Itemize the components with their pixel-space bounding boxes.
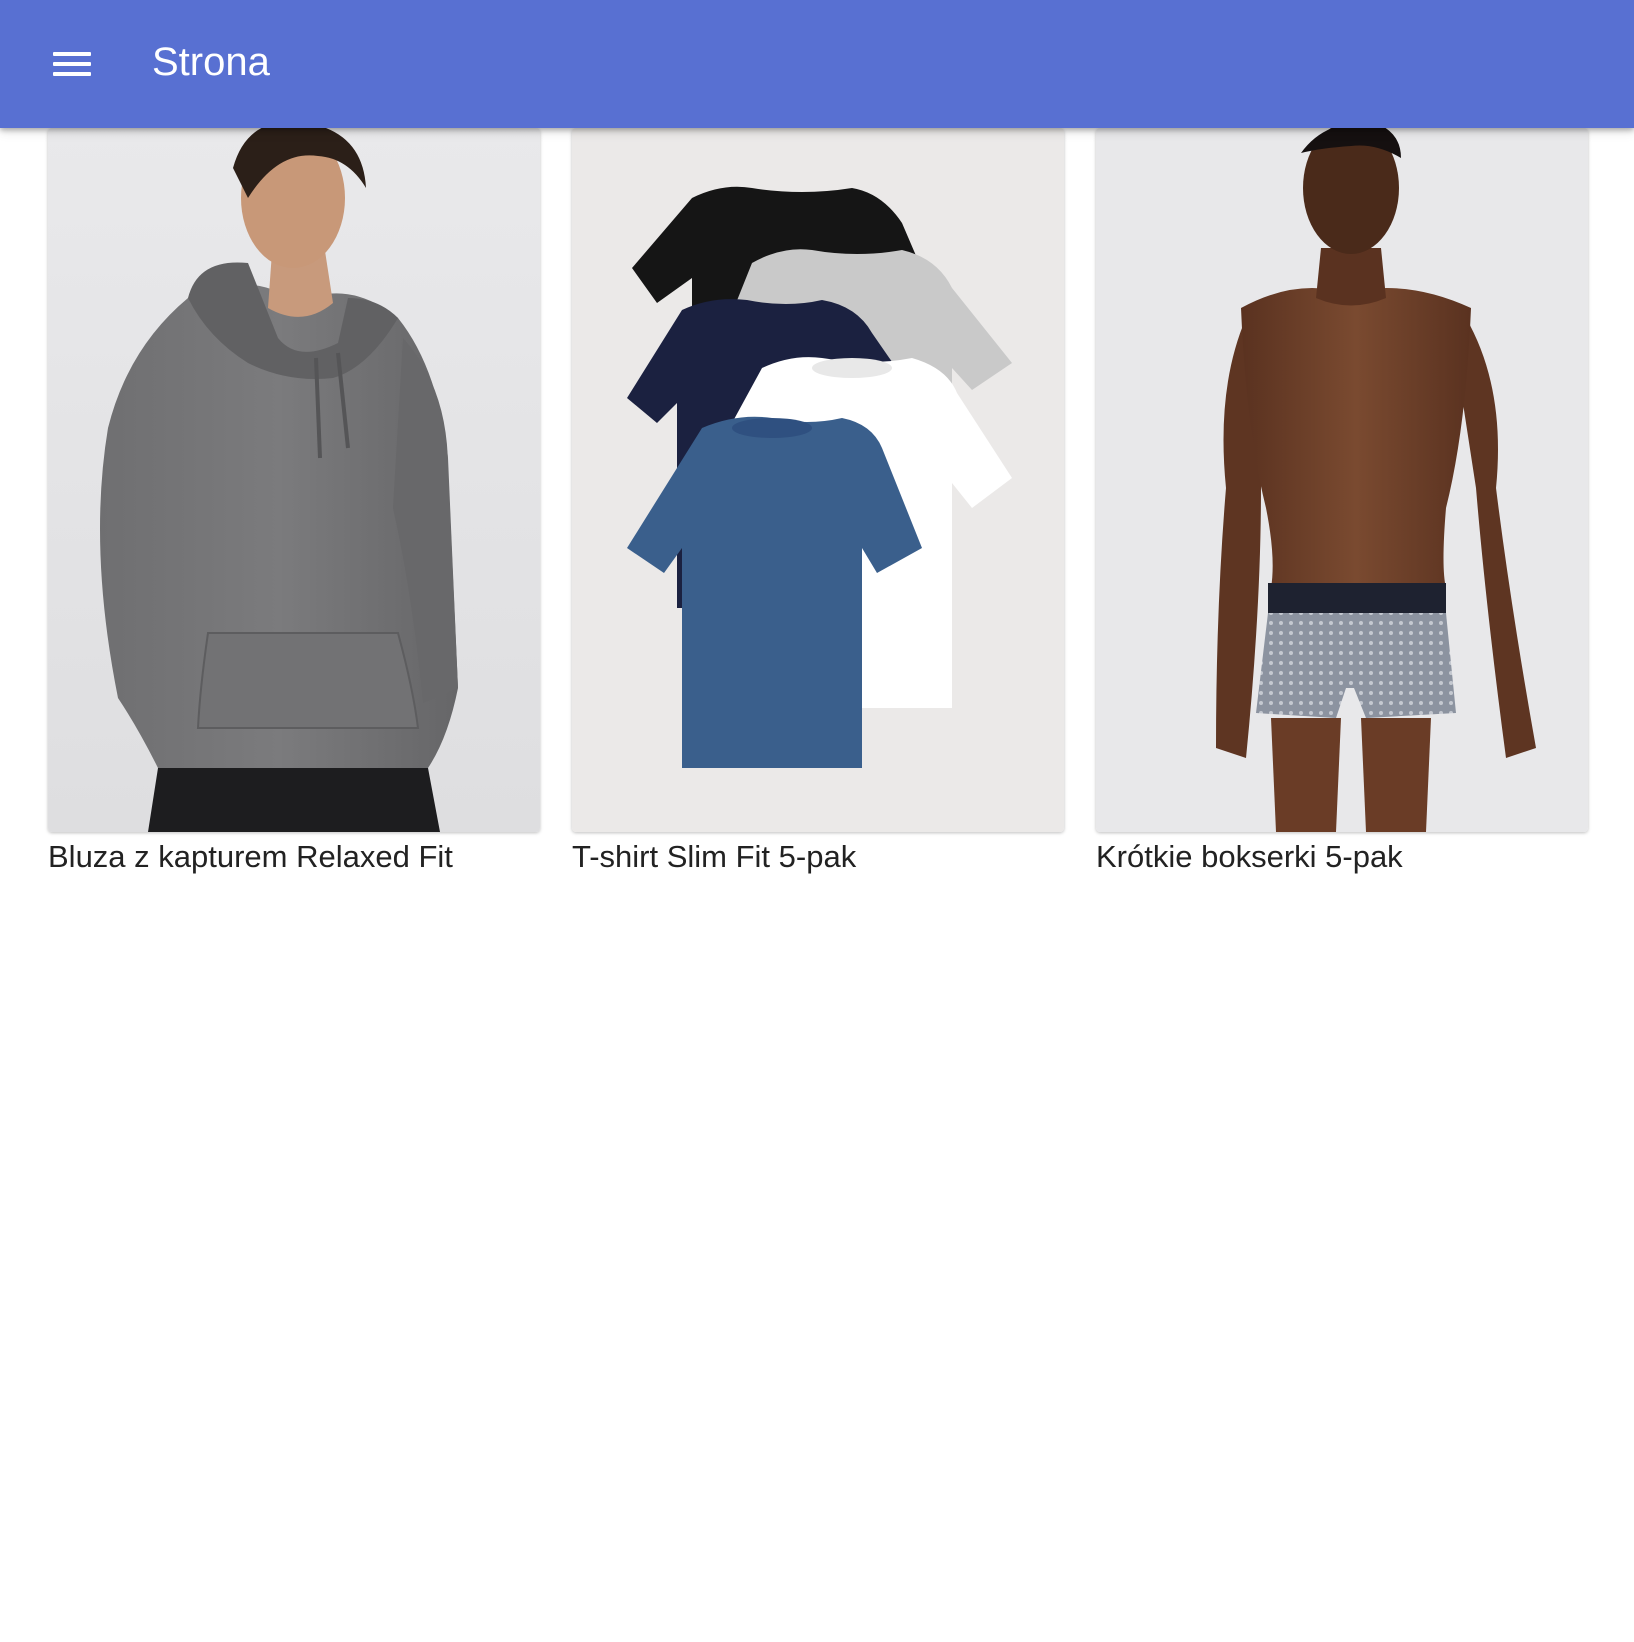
menu-button[interactable] [36, 30, 108, 98]
product-card[interactable]: T-shirt Slim Fit 5-pak [572, 128, 1064, 876]
product-image-tshirts[interactable] [572, 128, 1064, 832]
menu-icon [53, 52, 91, 56]
product-image-hoodie[interactable] [48, 128, 540, 832]
product-card[interactable]: Krótkie bokserki 5-pak [1096, 128, 1588, 876]
app-bar: Strona [0, 0, 1634, 128]
product-image-boxers[interactable] [1096, 128, 1588, 832]
page-title: Strona [152, 40, 270, 84]
product-name[interactable]: Krótkie bokserki 5-pak [1096, 838, 1588, 876]
product-name[interactable]: Bluza z kapturem Relaxed Fit [48, 838, 540, 876]
product-grid: Bluza z kapturem Relaxed Fit T-shirt Sli… [48, 128, 1588, 876]
product-card[interactable]: Bluza z kapturem Relaxed Fit [48, 128, 540, 876]
product-name[interactable]: T-shirt Slim Fit 5-pak [572, 838, 1064, 876]
